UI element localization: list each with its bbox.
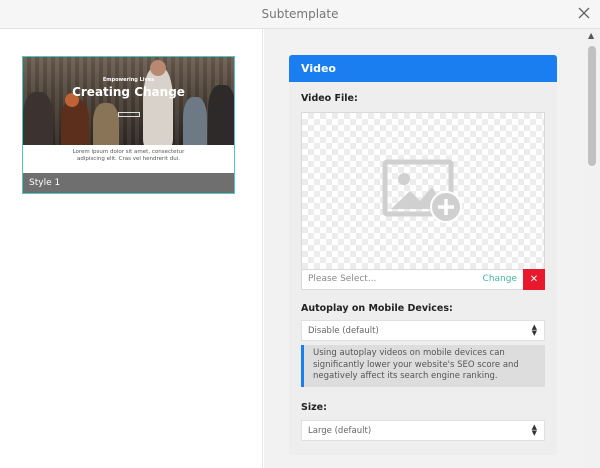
close-icon[interactable] xyxy=(576,5,592,21)
scrollbar-thumb[interactable] xyxy=(588,46,596,166)
vertical-scrollbar[interactable]: ▲ xyxy=(584,29,600,468)
window-titlebar: Subtemplate xyxy=(0,0,600,29)
clear-video-button[interactable]: ✕ xyxy=(523,269,545,290)
preview-subheading: Empowering Lives xyxy=(102,77,155,83)
style-label: Style 1 xyxy=(23,173,234,193)
autoplay-notice: Using autoplay videos on mobile devices … xyxy=(301,345,545,387)
panel-title: Video xyxy=(289,55,557,82)
style-card-1[interactable]: Empowering Lives Creating Change Lorem i… xyxy=(22,56,235,194)
size-value: Large (default) xyxy=(308,426,372,436)
add-media-icon xyxy=(382,159,462,223)
video-file-placeholder: Please Select... xyxy=(308,274,377,284)
window-title: Subtemplate xyxy=(261,7,339,21)
change-video-link[interactable]: Change xyxy=(483,274,517,284)
select-arrows-icon: ▲ ▼ xyxy=(531,423,537,437)
settings-pane: Video Video File: Please Select... Chang… xyxy=(264,29,584,468)
video-file-selector: Please Select... Change ✕ xyxy=(301,269,545,290)
select-arrows-icon: ▲ ▼ xyxy=(531,323,537,337)
autoplay-value: Disable (default) xyxy=(308,326,379,336)
size-select[interactable]: Large (default) ▲ ▼ xyxy=(301,420,545,441)
size-label: Size: xyxy=(301,402,327,413)
video-settings-panel: Video Video File: Please Select... Chang… xyxy=(289,55,557,455)
preview-caption: Lorem ipsum dolor sit amet, consectetur … xyxy=(72,149,185,162)
style-preview-image: Empowering Lives Creating Change xyxy=(23,57,234,145)
video-file-dropzone[interactable] xyxy=(301,112,545,270)
video-file-label: Video File: xyxy=(301,93,358,104)
preview-button xyxy=(118,112,140,117)
scroll-up-icon[interactable]: ▲ xyxy=(588,31,594,40)
style-list-pane: Empowering Lives Creating Change Lorem i… xyxy=(0,29,263,468)
preview-heading: Creating Change xyxy=(72,85,185,99)
autoplay-label: Autoplay on Mobile Devices: xyxy=(301,303,453,314)
autoplay-select[interactable]: Disable (default) ▲ ▼ xyxy=(301,320,545,341)
